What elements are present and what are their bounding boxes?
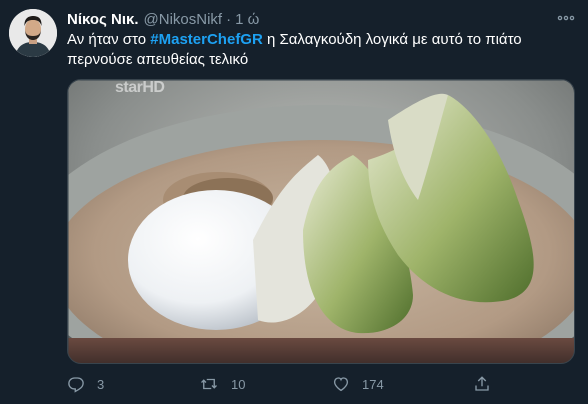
tweet-text-line-1: Αν ήταν στο #MasterChefGR η Σαλαγκούδη λ…	[67, 30, 567, 50]
timestamp[interactable]: 1 ώ	[235, 11, 259, 28]
like-count: 174	[362, 376, 384, 392]
like-button[interactable]: 174	[332, 372, 384, 396]
reply-button[interactable]: 3	[67, 372, 104, 396]
tweet-text-line-2: περνούσε απευθείας τελικό	[67, 51, 249, 68]
hashtag-link[interactable]: #MasterChefGR	[150, 31, 263, 48]
tweet-text-prefix: Αν ήταν στο	[67, 31, 151, 48]
tweet-photo[interactable]: starHD	[67, 79, 575, 364]
reply-icon	[68, 377, 84, 393]
share-icon	[475, 376, 489, 391]
action-bar: 3 10 174	[67, 372, 527, 396]
watermark: starHD	[115, 79, 165, 96]
tweet-header: Νίκος Νικ. @NikosNikf · 1 ώ	[67, 9, 259, 29]
more-icon	[557, 15, 575, 21]
retweet-count: 10	[231, 376, 246, 392]
tweet-text: Αν ήταν στο #MasterChefGR η Σαλαγκούδη λ…	[67, 30, 567, 70]
share-button[interactable]	[473, 372, 491, 396]
tweet-text-suffix: η Σαλαγκούδη λογικά με αυτό το πιάτο	[262, 31, 522, 48]
display-name[interactable]: Νίκος Νικ.	[67, 11, 139, 28]
retweet-button[interactable]: 10	[199, 372, 245, 396]
user-handle[interactable]: @NikosNikf	[144, 11, 223, 28]
more-button[interactable]	[556, 10, 576, 26]
heart-icon	[333, 377, 349, 392]
separator-dot: ·	[226, 10, 232, 28]
reply-count: 3	[97, 376, 105, 392]
retweet-icon	[201, 378, 217, 390]
avatar[interactable]	[9, 9, 57, 57]
tweet[interactable]: Νίκος Νικ. @NikosNikf · 1 ώ Αν ήταν στο …	[0, 0, 588, 404]
dish-photo	[68, 80, 574, 363]
